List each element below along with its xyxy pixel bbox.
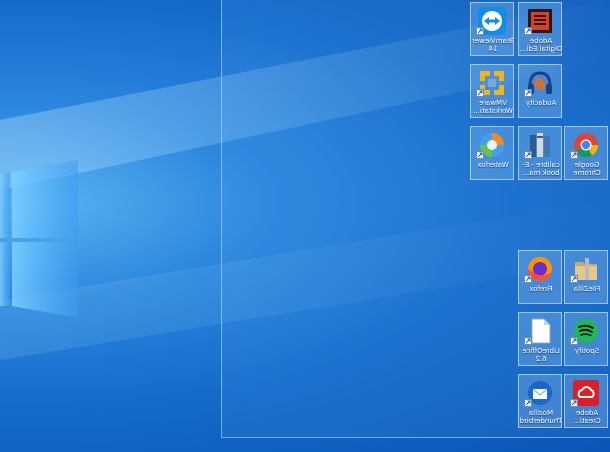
shortcut-arrow-icon bbox=[524, 27, 532, 35]
desktop-icon-spotify[interactable]: Spotify bbox=[564, 312, 608, 366]
shortcut-arrow-icon bbox=[570, 399, 578, 407]
desktop-icon-vmware[interactable]: VMware Workstati... bbox=[470, 64, 514, 118]
shortcut-arrow-icon bbox=[476, 89, 484, 97]
icon-label: LibreOffice 6.2 bbox=[522, 347, 560, 363]
icon-label: Waterfox bbox=[477, 161, 509, 169]
shortcut-arrow-icon bbox=[524, 151, 532, 159]
desktop-icon-libreoffice[interactable]: LibreOffice 6.2 bbox=[518, 312, 562, 366]
shortcut-arrow-icon bbox=[476, 151, 484, 159]
icon-label: Firefox bbox=[529, 285, 553, 293]
icon-label: VMware Workstati... bbox=[473, 99, 513, 115]
shortcut-arrow-icon bbox=[570, 151, 578, 159]
shortcut-arrow-icon bbox=[524, 275, 532, 283]
desktop-icon-waterfox[interactable]: Waterfox bbox=[470, 126, 514, 180]
icon-label: Adobe Creati... bbox=[573, 409, 601, 425]
desktop-icon-audacity[interactable]: Audacity bbox=[518, 64, 562, 118]
icon-label: Spotify bbox=[574, 347, 600, 355]
shortcut-arrow-icon bbox=[524, 399, 532, 407]
icon-label: calibre - E-book ma... bbox=[522, 161, 560, 177]
shortcut-arrow-icon bbox=[524, 337, 532, 345]
desktop-icon-thunderbird[interactable]: Mozilla Thunderbird bbox=[518, 374, 562, 428]
icon-label: FileZilla bbox=[573, 285, 601, 293]
desktop-icon-filezilla[interactable]: FileZilla bbox=[564, 250, 608, 304]
icon-label: Google Chrome bbox=[573, 161, 601, 177]
desktop-icon-adobe-creative-cloud[interactable]: Adobe Creati... bbox=[564, 374, 608, 428]
shortcut-arrow-icon bbox=[570, 275, 578, 283]
desktop-icon-firefox[interactable]: Firefox bbox=[518, 250, 562, 304]
desktop-icon-google-chrome[interactable]: Google Chrome bbox=[564, 126, 608, 180]
desktop-icon-teamviewer[interactable]: TeamViewer 14 bbox=[470, 2, 514, 56]
desktop-icon-calibre[interactable]: calibre - E-book ma... bbox=[518, 126, 562, 180]
shortcut-arrow-icon bbox=[570, 337, 578, 345]
desktop[interactable]: TeamViewer 14 Adobe Digital Edi... VMwar… bbox=[0, 0, 610, 452]
icon-label: Adobe Digital Edi... bbox=[519, 37, 563, 53]
shortcut-arrow-icon bbox=[524, 89, 532, 97]
shortcut-arrow-icon bbox=[476, 27, 484, 35]
icon-label: Audacity bbox=[525, 99, 557, 107]
desktop-icon-adobe-digital-editions[interactable]: Adobe Digital Edi... bbox=[518, 2, 562, 56]
icon-label: TeamViewer 14 bbox=[471, 37, 515, 53]
icon-label: Mozilla Thunderbird bbox=[519, 409, 563, 425]
